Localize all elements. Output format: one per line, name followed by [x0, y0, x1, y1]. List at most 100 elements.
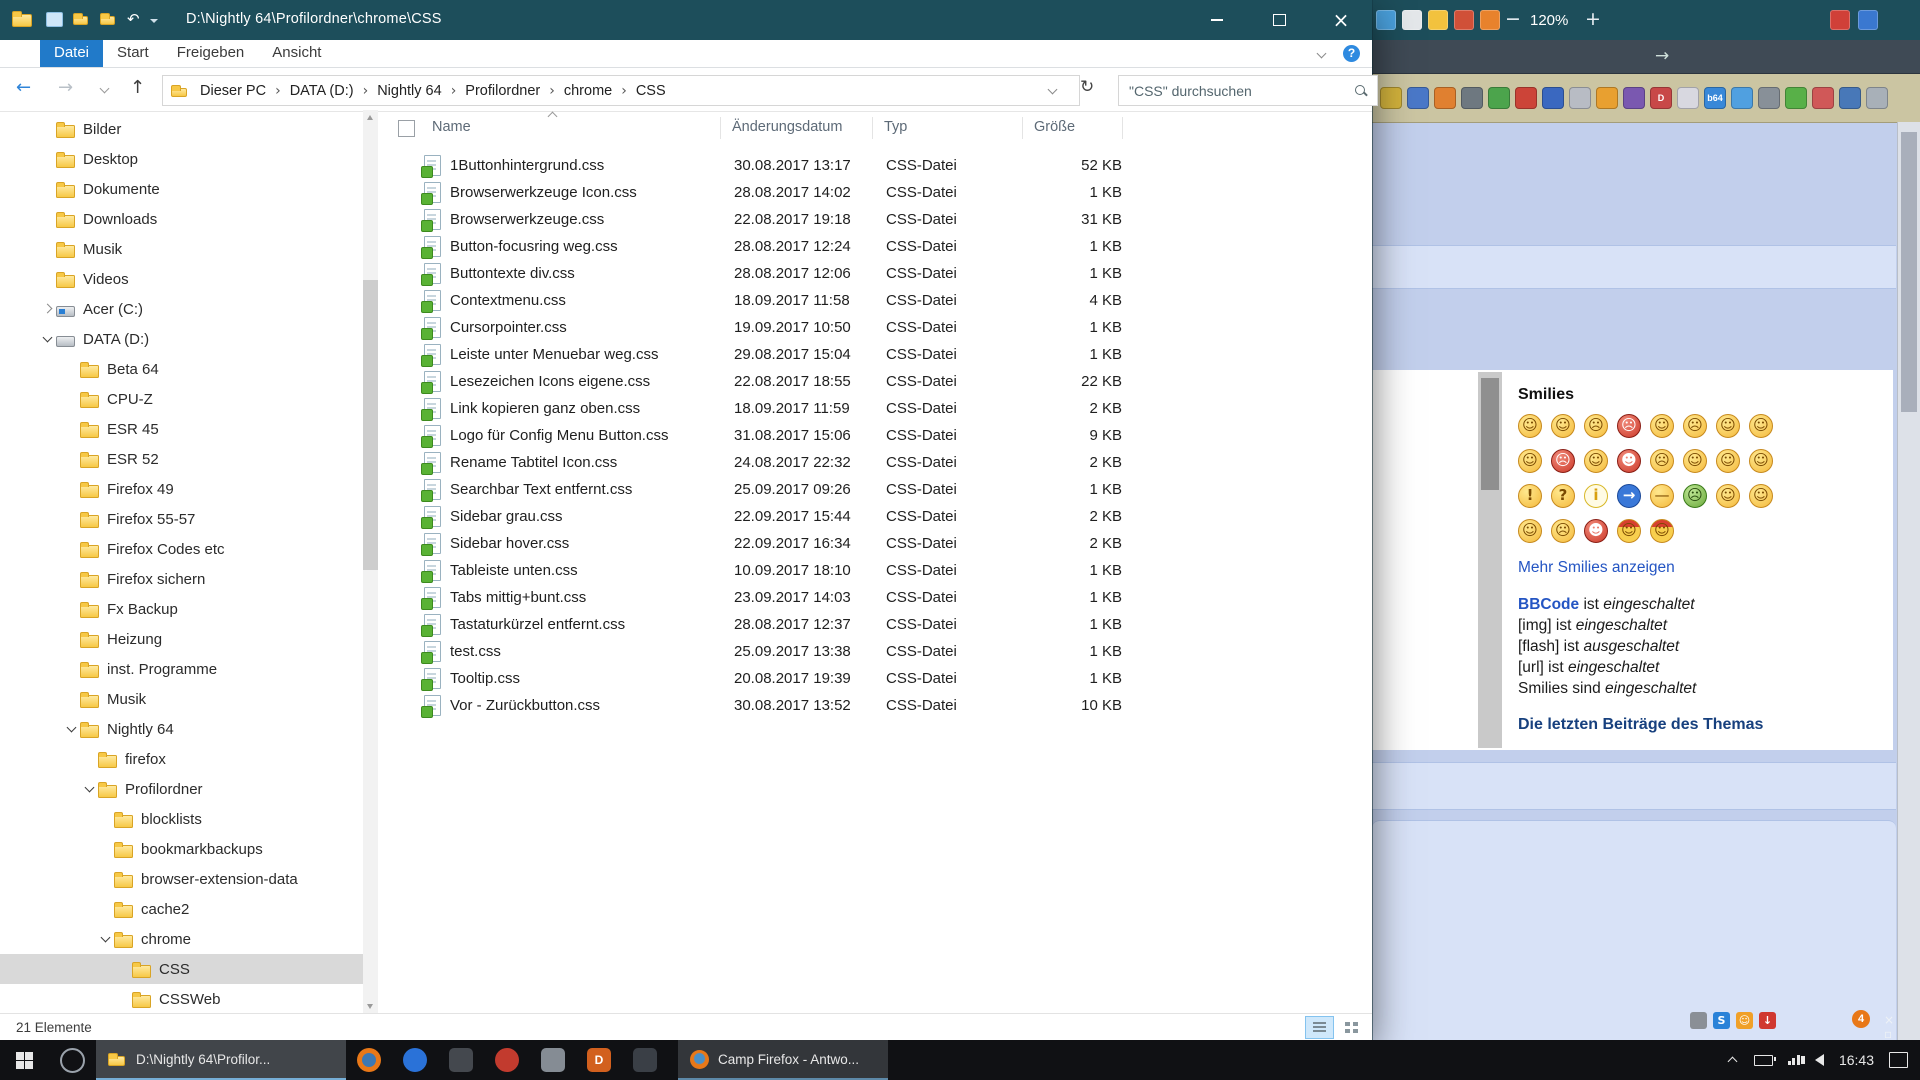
- smiley-icon[interactable]: ☺: [1650, 519, 1674, 543]
- smiley-icon[interactable]: ☺: [1551, 414, 1575, 438]
- toolbar-icon[interactable]: [1839, 87, 1861, 109]
- file-row[interactable]: Tooltip.css 20.08.2017 19:39 CSS-Datei 1…: [378, 665, 1372, 692]
- file-row[interactable]: Lesezeichen Icons eigene.css 22.08.2017 …: [378, 368, 1372, 395]
- file-row[interactable]: Button-focusring weg.css 28.08.2017 12:2…: [378, 233, 1372, 260]
- expand-chevron-icon[interactable]: [40, 301, 56, 317]
- sidebar-item[interactable]: ESR 52: [0, 444, 378, 474]
- refresh-icon[interactable]: ↻: [1080, 77, 1094, 97]
- taskbar-app-button[interactable]: [438, 1040, 484, 1080]
- smiley-icon[interactable]: ☺: [1749, 414, 1773, 438]
- file-name[interactable]: Link kopieren ganz oben.css: [450, 400, 734, 417]
- expand-chevron-icon[interactable]: [40, 271, 56, 287]
- taskbar-app-button[interactable]: [530, 1040, 576, 1080]
- toolbar-icon[interactable]: [1515, 87, 1537, 109]
- toolbar-icon[interactable]: [1454, 10, 1474, 30]
- breadcrumb-item[interactable]: Nightly 64›: [370, 83, 458, 99]
- file-row[interactable]: Tastaturkürzel entfernt.css 28.08.2017 1…: [378, 611, 1372, 638]
- expand-chevron-icon[interactable]: [82, 781, 98, 797]
- select-all-checkbox[interactable]: [398, 120, 415, 137]
- textarea-scrollbar[interactable]: [1478, 372, 1502, 748]
- file-name[interactable]: Buttontexte div.css: [450, 265, 734, 282]
- sidebar-item[interactable]: Nightly 64: [0, 714, 378, 744]
- toolbar-icon[interactable]: [1542, 87, 1564, 109]
- bbcode-term[interactable]: [flash]: [1518, 638, 1559, 655]
- toolbar-icon[interactable]: [1434, 87, 1456, 109]
- breadcrumb-separator-icon[interactable]: ›: [449, 83, 459, 99]
- addon-icon[interactable]: [1690, 1012, 1707, 1029]
- network-icon[interactable]: [1788, 1055, 1800, 1065]
- breadcrumb-item[interactable]: chrome›: [557, 83, 629, 99]
- file-name[interactable]: Tabs mittig+bunt.css: [450, 589, 734, 606]
- toolbar-icon[interactable]: [1596, 87, 1618, 109]
- smiley-icon[interactable]: ☺: [1617, 519, 1641, 543]
- column-separator[interactable]: [1122, 117, 1123, 139]
- help-button[interactable]: ?: [1343, 45, 1360, 62]
- smiley-icon[interactable]: ☺: [1749, 484, 1773, 508]
- tree-scrollbar[interactable]: [363, 110, 378, 1014]
- toolbar-icon[interactable]: [1488, 87, 1510, 109]
- sidebar-item[interactable]: blocklists: [0, 804, 378, 834]
- expand-chevron-icon[interactable]: [40, 331, 56, 347]
- undo-icon[interactable]: ↶: [127, 11, 140, 27]
- taskbar-window-explorer[interactable]: D:\Nightly 64\Profilor...: [96, 1040, 346, 1080]
- expand-chevron-icon[interactable]: [40, 121, 56, 137]
- sidebar-item[interactable]: Firefox sichern: [0, 564, 378, 594]
- file-name[interactable]: Button-focusring weg.css: [450, 238, 734, 255]
- cortana-search-button[interactable]: [48, 1040, 96, 1080]
- expand-chevron-icon[interactable]: [64, 721, 80, 737]
- zoom-in-button[interactable]: +: [1582, 7, 1604, 31]
- file-row[interactable]: Buttontexte div.css 28.08.2017 12:06 CSS…: [378, 260, 1372, 287]
- close-button[interactable]: ×: [1310, 0, 1372, 40]
- bbcode-term[interactable]: [img]: [1518, 617, 1552, 634]
- expand-chevron-icon[interactable]: [64, 511, 80, 527]
- zoom-out-button[interactable]: −: [1502, 7, 1524, 31]
- sidebar-item[interactable]: bookmarkbackups: [0, 834, 378, 864]
- smiley-icon[interactable]: i: [1584, 484, 1608, 508]
- smiley-icon[interactable]: ?: [1551, 484, 1575, 508]
- qat-folder-icon[interactable]: [100, 12, 117, 26]
- smiley-icon[interactable]: ☹: [1683, 414, 1707, 438]
- smiley-icon[interactable]: ☺: [1584, 449, 1608, 473]
- breadcrumb-item[interactable]: Profilordner›: [458, 83, 557, 99]
- volume-icon[interactable]: [1815, 1054, 1824, 1066]
- expand-chevron-icon[interactable]: [116, 991, 132, 1007]
- expand-chevron-icon[interactable]: [40, 211, 56, 227]
- toolbar-icon[interactable]: [1830, 10, 1850, 30]
- file-row[interactable]: Link kopieren ganz oben.css 18.09.2017 1…: [378, 395, 1372, 422]
- expand-chevron-icon[interactable]: [98, 811, 114, 827]
- sidebar-item[interactable]: Firefox Codes etc: [0, 534, 378, 564]
- expand-chevron-icon[interactable]: [64, 421, 80, 437]
- page-scrollbar[interactable]: [1897, 122, 1920, 1040]
- taskbar-window-firefox[interactable]: Camp Firefox - Antwo...: [678, 1040, 888, 1080]
- breadcrumb-label[interactable]: chrome: [557, 83, 619, 99]
- expand-chevron-icon[interactable]: [64, 601, 80, 617]
- smiley-icon[interactable]: ☹: [1617, 414, 1641, 438]
- smiley-icon[interactable]: ☺: [1518, 449, 1542, 473]
- breadcrumb-separator-icon[interactable]: ›: [619, 83, 629, 99]
- bbcode-term[interactable]: Smilies: [1518, 680, 1568, 697]
- expand-chevron-icon[interactable]: [98, 841, 114, 857]
- bbcode-term[interactable]: BBCode: [1518, 596, 1579, 613]
- taskbar-app-button[interactable]: [622, 1040, 668, 1080]
- file-name[interactable]: Logo für Config Menu Button.css: [450, 427, 734, 444]
- file-row[interactable]: Tabs mittig+bunt.css 23.09.2017 14:03 CS…: [378, 584, 1372, 611]
- expand-chevron-icon[interactable]: [64, 451, 80, 467]
- column-separator[interactable]: [1022, 117, 1023, 139]
- expand-chevron-icon[interactable]: [64, 691, 80, 707]
- sidebar-item[interactable]: Heizung: [0, 624, 378, 654]
- file-row[interactable]: Contextmenu.css 18.09.2017 11:58 CSS-Dat…: [378, 287, 1372, 314]
- ribbon-tab[interactable]: Ansicht: [258, 40, 335, 67]
- smiley-icon[interactable]: ☻: [1617, 449, 1641, 473]
- sidebar-item[interactable]: Musik: [0, 684, 378, 714]
- smiley-icon[interactable]: ☺: [1716, 484, 1740, 508]
- sidebar-item[interactable]: chrome: [0, 924, 378, 954]
- toolbar-icon[interactable]: [1758, 87, 1780, 109]
- file-name[interactable]: Browserwerkzeuge.css: [450, 211, 734, 228]
- sidebar-item[interactable]: Bilder: [0, 114, 378, 144]
- breadcrumb-item[interactable]: Dieser PC›: [193, 83, 283, 99]
- explorer-titlebar[interactable]: ↶ D:\Nightly 64\Profilordner\chrome\CSS …: [0, 0, 1372, 40]
- file-name[interactable]: Tableiste unten.css: [450, 562, 734, 579]
- toolbar-icon[interactable]: [1623, 87, 1645, 109]
- toolbar-icon[interactable]: [1376, 10, 1396, 30]
- sidebar-item[interactable]: CSSWeb: [0, 984, 378, 1014]
